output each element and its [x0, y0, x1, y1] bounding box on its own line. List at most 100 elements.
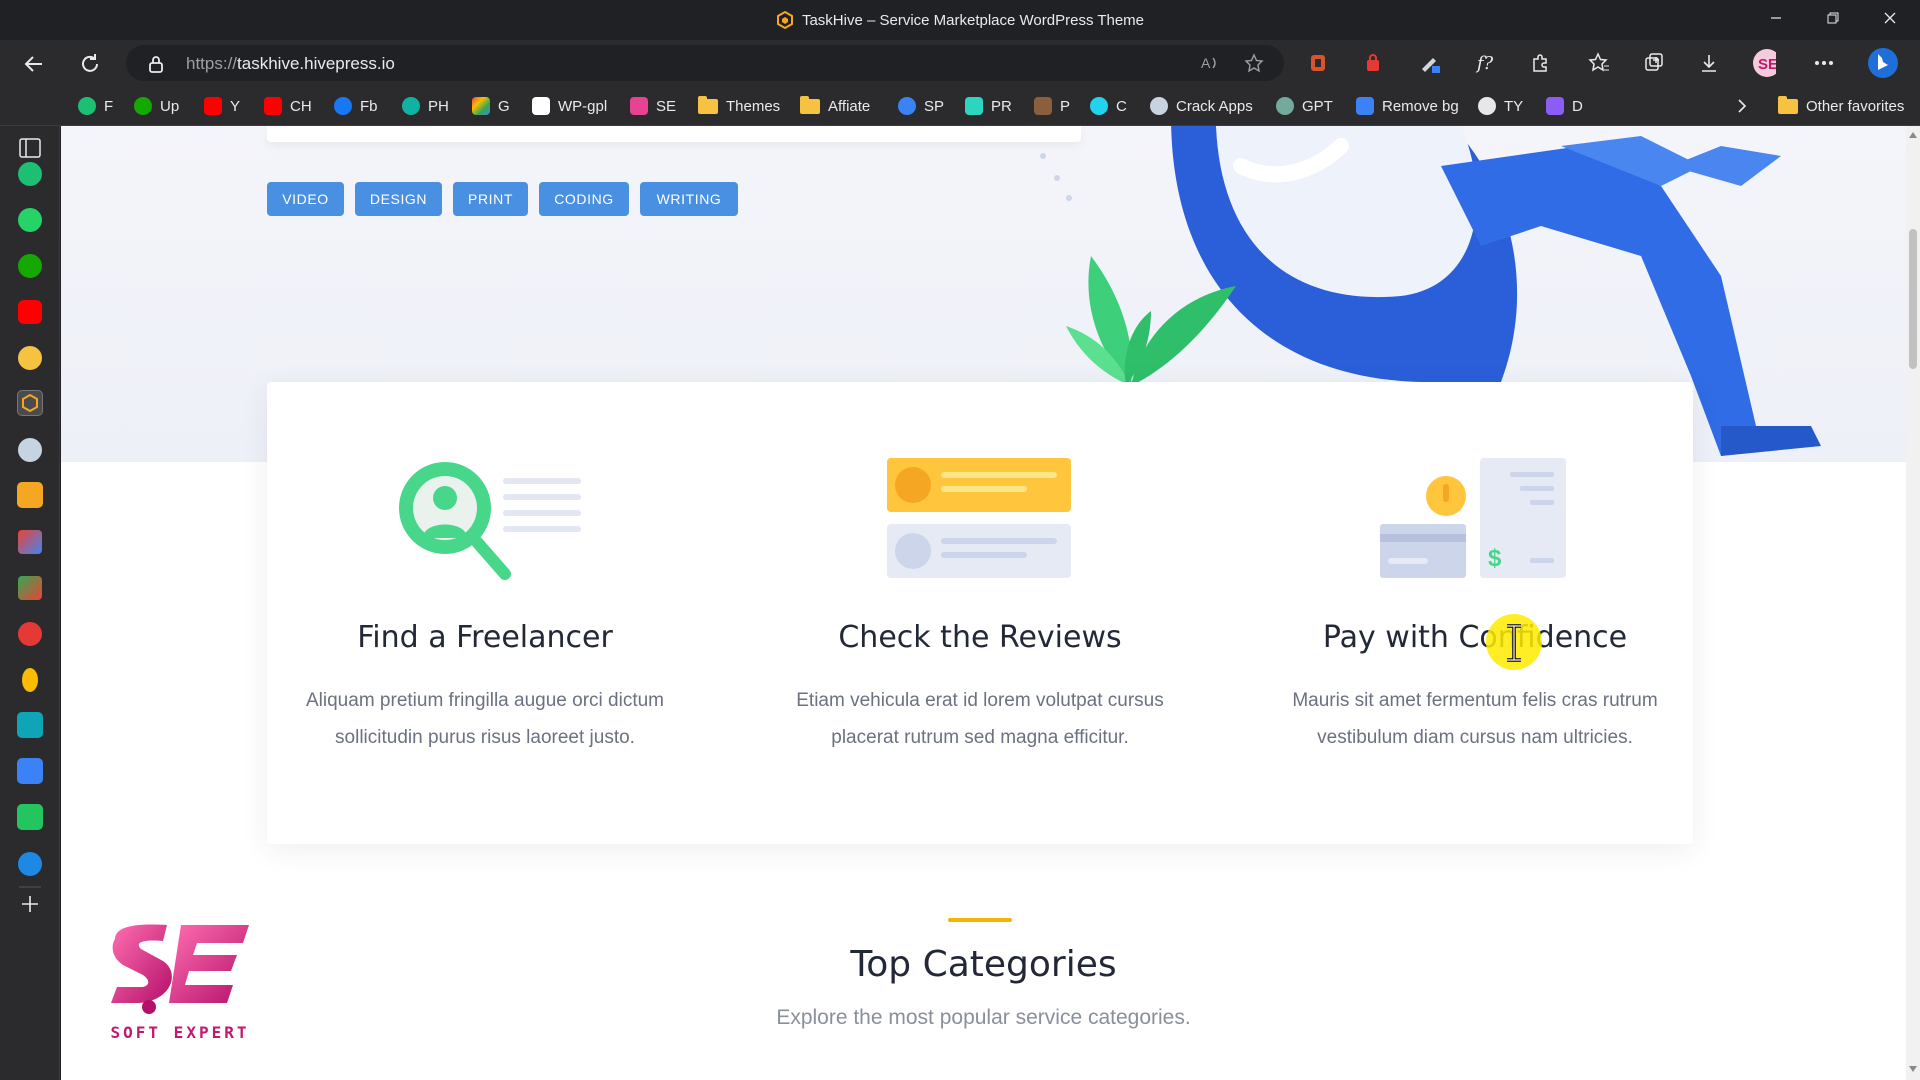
- close-button[interactable]: [1868, 6, 1912, 34]
- bookmark-p[interactable]: P: [1034, 94, 1070, 118]
- extensions-puzzle-icon[interactable]: [1528, 51, 1552, 75]
- sidebar-gmail-icon[interactable]: [18, 530, 42, 554]
- bookmark-ty[interactable]: TY: [1478, 94, 1523, 118]
- sidebar-play-icon[interactable]: [17, 712, 43, 738]
- scroll-up-icon[interactable]: [1909, 132, 1917, 138]
- bing-copilot-icon[interactable]: [1867, 47, 1899, 79]
- sidebar-play-2-icon[interactable]: [17, 758, 43, 784]
- se-icon: [630, 97, 648, 115]
- bookmark-d[interactable]: D: [1546, 94, 1583, 118]
- more-menu-icon[interactable]: [1812, 51, 1836, 75]
- bookmark-remove-bg[interactable]: Remove bg: [1356, 94, 1459, 118]
- bookmarks-bar: F Up Y CH Fb PH G WP-gpl SE Themes Affia…: [0, 86, 1920, 126]
- sidebar-play-3-icon[interactable]: [17, 804, 43, 830]
- folder-icon: [800, 95, 820, 114]
- bookmark-gpt[interactable]: GPT: [1276, 94, 1333, 118]
- read-aloud-icon[interactable]: A: [1200, 53, 1220, 73]
- restore-button[interactable]: [1811, 6, 1855, 34]
- tag-print[interactable]: PRINT: [453, 182, 528, 216]
- favorites-star-icon[interactable]: [1587, 51, 1611, 75]
- feature-check-reviews: Check the Reviews Etiam vehicula erat id…: [762, 382, 1198, 844]
- sidebar-c-icon[interactable]: [18, 852, 42, 876]
- text-cursor-icon: [1507, 624, 1521, 662]
- bookmark-affiate[interactable]: Affiate: [800, 94, 870, 118]
- p-icon: [1034, 97, 1052, 115]
- bookmark-ph[interactable]: PH: [402, 94, 449, 118]
- sidebar-flower-icon[interactable]: [18, 346, 42, 370]
- bookmark-g[interactable]: G: [472, 94, 510, 118]
- feature-title: Find a Freelancer: [357, 620, 613, 655]
- youtube-icon: [204, 97, 222, 115]
- sidebar-fiverr-icon[interactable]: [18, 162, 42, 186]
- font-finder-icon[interactable]: f?: [1473, 51, 1497, 75]
- pr-icon: [965, 97, 983, 115]
- other-favorites[interactable]: Other favorites: [1778, 94, 1904, 118]
- how-it-works-card: Find a Freelancer Aliquam pretium fringi…: [267, 382, 1693, 844]
- wordpress-icon: [1150, 97, 1168, 115]
- soft-expert-watermark: SOFT EXPERT: [105, 921, 255, 1042]
- bookmark-themes[interactable]: Themes: [698, 94, 780, 118]
- bookmark-up[interactable]: Up: [134, 94, 179, 118]
- sidebar-gmail-2-icon[interactable]: [18, 576, 42, 600]
- bookmark-c[interactable]: C: [1090, 94, 1127, 118]
- profile-avatar[interactable]: SE: [1752, 49, 1776, 77]
- ty-icon: [1478, 97, 1496, 115]
- scroll-down-icon[interactable]: [1909, 1066, 1917, 1072]
- top-categories-title: Top Categories: [850, 944, 1117, 985]
- tab-actions-icon[interactable]: [19, 138, 41, 158]
- section-accent-line: [948, 918, 1012, 922]
- add-sidebar-app-icon[interactable]: [20, 894, 40, 914]
- bookmark-sp[interactable]: SP: [898, 94, 944, 118]
- search-form-edge: [267, 126, 1081, 142]
- sidebar-bulb-icon[interactable]: [22, 668, 38, 692]
- extension-red-icon[interactable]: [1361, 51, 1385, 75]
- magnifier-user-icon: [399, 462, 581, 580]
- payment-invoice-icon: $: [1380, 458, 1566, 578]
- refresh-button[interactable]: [74, 48, 106, 80]
- soft-expert-logo-icon: [111, 924, 249, 1014]
- sp-icon: [898, 97, 916, 115]
- bookmark-ch[interactable]: CH: [264, 94, 312, 118]
- bookmark-fb[interactable]: Fb: [334, 94, 378, 118]
- sidebar-upwork-icon[interactable]: [18, 254, 42, 278]
- address-bar[interactable]: https://taskhive.hivepress.io A: [126, 45, 1284, 81]
- downloads-icon[interactable]: [1697, 51, 1721, 75]
- tag-coding[interactable]: CODING: [539, 182, 629, 216]
- feature-title: Pay with Confidence: [1322, 620, 1628, 655]
- bookmark-crack-apps[interactable]: Crack Apps: [1150, 94, 1253, 118]
- page-scrollbar[interactable]: [1906, 126, 1920, 1080]
- url-text: https://taskhive.hivepress.io: [186, 54, 395, 74]
- tag-video[interactable]: VIDEO: [267, 182, 344, 216]
- bookmark-wp-gpl[interactable]: WP-gpl: [532, 94, 607, 118]
- sidebar-youtube-icon[interactable]: [18, 300, 42, 324]
- bookmark-pr[interactable]: PR: [965, 94, 1012, 118]
- window-title-text: TaskHive – Service Marketplace WordPress…: [801, 12, 1145, 29]
- office-extension-icon[interactable]: [1306, 51, 1330, 75]
- bookmark-f[interactable]: F: [78, 94, 113, 118]
- folder-icon: [1778, 95, 1798, 114]
- svg-text:A: A: [1201, 55, 1211, 71]
- navigation-bar: https://taskhive.hivepress.io A f? SE: [0, 40, 1920, 86]
- collections-icon[interactable]: [1642, 51, 1666, 75]
- bookmark-se[interactable]: SE: [630, 94, 676, 118]
- sidebar-wordpress-icon[interactable]: [18, 438, 42, 462]
- taskhive-favicon-icon: [776, 11, 793, 29]
- sidebar-record-icon[interactable]: [18, 622, 42, 646]
- sidebar-whatsapp-icon[interactable]: [18, 208, 42, 232]
- tag-design[interactable]: DESIGN: [355, 182, 442, 216]
- close-icon: [1884, 12, 1896, 24]
- sidebar-notes-icon[interactable]: [17, 482, 43, 508]
- removebg-icon: [1356, 97, 1374, 115]
- sidebar-taskhive-icon[interactable]: [17, 390, 43, 416]
- extension-pen-icon[interactable]: [1418, 51, 1442, 75]
- bookmark-y[interactable]: Y: [204, 94, 240, 118]
- add-favorite-icon[interactable]: [1244, 53, 1264, 73]
- folder-icon: [698, 95, 718, 114]
- c-icon: [1090, 97, 1108, 115]
- back-button[interactable]: [18, 48, 50, 80]
- minimize-button[interactable]: [1754, 6, 1798, 34]
- tag-writing[interactable]: WRITING: [640, 182, 738, 216]
- bookmarks-overflow-button[interactable]: [1736, 94, 1748, 118]
- scrollbar-thumb[interactable]: [1909, 229, 1917, 369]
- facebook-icon: [334, 97, 352, 115]
